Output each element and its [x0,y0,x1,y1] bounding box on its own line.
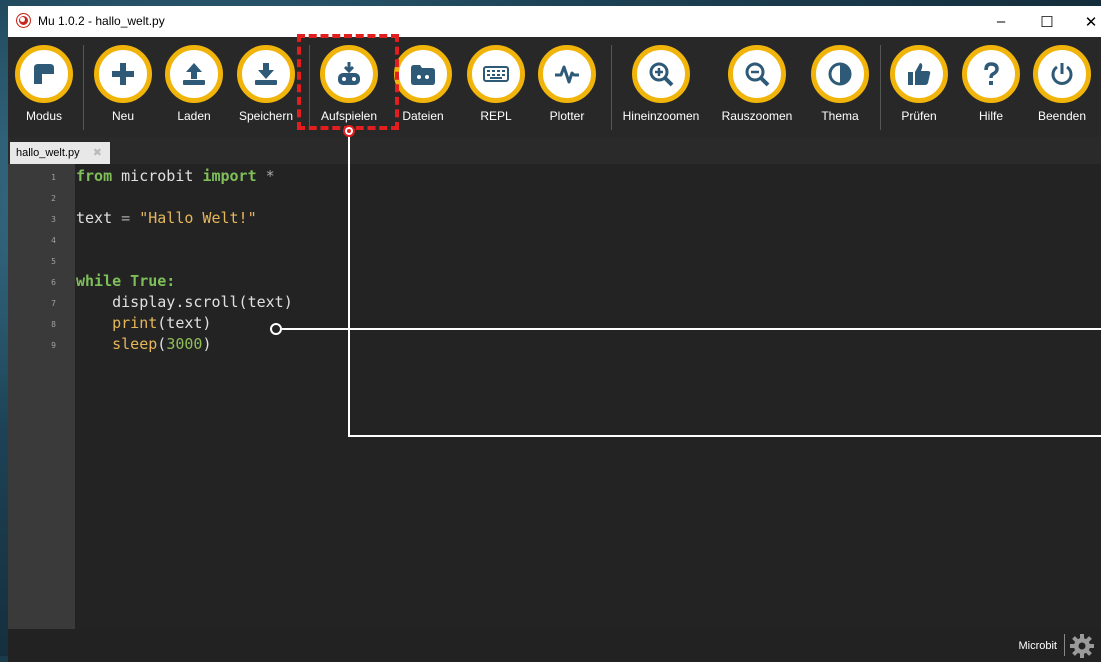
load-button[interactable]: Laden [161,45,227,123]
download-icon [255,63,277,85]
line-number: 2 [51,194,56,203]
code-token: ) [202,335,212,353]
line-number: 1 [51,173,56,182]
files-button[interactable]: Dateien [390,45,456,123]
zoom-out-button-label: Rauszoomen [721,109,793,123]
mode-button[interactable]: Modus [11,45,77,123]
code-line-8: print(text) [76,314,211,332]
zoom-in-button[interactable]: Hineinzoomen [619,45,703,123]
line-number: 8 [51,320,56,329]
line-number: 6 [51,278,56,287]
mode-indicator[interactable]: Microbit [1018,640,1057,652]
question-icon [984,62,999,85]
help-button[interactable]: Hilfe [958,45,1024,123]
string-literal: "Hallo Welt!" [130,209,257,227]
files-icon [411,65,435,85]
zoom-in-icon [649,62,674,87]
toolbar-separator [611,45,612,130]
window-title: Mu 1.0.2 - hallo_welt.py [38,14,165,28]
code-line-1: from microbit import * [76,167,275,185]
zoom-in-button-label: Hineinzoomen [622,109,700,123]
code-token: microbit [112,167,203,185]
gear-icon[interactable] [1069,633,1095,659]
code-line-9: sleep(3000) [76,335,211,353]
repl-button-label: REPL [480,109,512,123]
tab-label: hallo_welt.py [16,147,80,159]
code-token: * [256,167,275,185]
title-bar: Mu 1.0.2 - hallo_welt.py – ☐ ✕ [8,6,1101,37]
line-number: 5 [51,257,56,266]
upload-icon [183,63,205,85]
status-divider [1064,634,1065,656]
code-token: ( [157,335,167,353]
check-button[interactable]: Prüfen [886,45,952,123]
builtin-function: print [76,314,158,332]
new-button[interactable]: Neu [90,45,156,123]
repl-button[interactable]: REPL [463,45,529,123]
toolbar-separator [83,45,84,130]
close-tab-icon[interactable]: ✖ [93,142,102,164]
mu-app-icon [16,13,31,28]
code-line-7: display.scroll(text) [76,293,293,311]
code-token: (text) [157,314,212,332]
code-editor[interactable]: 1 2 3 4 5 6 7 8 9 from microbit import *… [8,164,1101,629]
line-number-gutter: 1 2 3 4 5 6 7 8 9 [8,164,75,629]
plotter-button-label: Plotter [549,109,585,123]
quit-button[interactable]: Beenden [1029,45,1095,123]
code-line-6: while True: [76,272,175,290]
keyboard-icon [483,66,509,82]
keyword: while True: [76,272,176,290]
flash-button-highlight [297,34,399,130]
mode-icon [34,64,54,84]
line-number: 4 [51,236,56,245]
save-button-label: Speichern [238,109,294,123]
line-number: 3 [51,215,56,224]
load-button-label: Laden [177,109,211,123]
check-button-label: Prüfen [901,109,937,123]
minimize-button[interactable]: – [978,6,1024,37]
zoom-out-icon [745,62,770,87]
thumbs-up-icon [908,63,931,85]
mode-button-label: Modus [25,109,63,123]
tab-hallo-welt[interactable]: hallo_welt.py ✖ [10,142,110,164]
theme-button-label: Thema [821,109,859,123]
close-button[interactable]: ✕ [1068,6,1101,37]
new-button-label: Neu [111,109,134,123]
help-button-label: Hilfe [978,109,1003,123]
maximize-button[interactable]: ☐ [1024,6,1070,37]
status-bar: Microbit [8,629,1101,662]
power-icon [1051,63,1073,85]
plotter-button[interactable]: Plotter [534,45,600,123]
line-number: 7 [51,299,56,308]
plus-icon [112,63,134,85]
toolbar: Modus Neu Laden Speichern Aufspielen Dat… [8,37,1101,137]
mu-editor-window: Mu 1.0.2 - hallo_welt.py – ☐ ✕ Modus Neu… [8,6,1101,662]
theme-button[interactable]: Thema [807,45,873,123]
code-line-3: text = "Hallo Welt!" [76,209,257,227]
keyword: import [202,167,257,185]
keyword: from [76,167,113,185]
toolbar-separator [880,45,881,130]
contrast-icon [828,62,852,86]
quit-button-label: Beenden [1037,109,1087,123]
code-token: text [76,209,122,227]
save-button[interactable]: Speichern [233,45,299,123]
files-button-label: Dateien [402,109,444,123]
tab-bar: hallo_welt.py ✖ [8,137,1101,164]
builtin-function: sleep [76,335,158,353]
zoom-out-button[interactable]: Rauszoomen [715,45,799,123]
operator: = [121,209,131,227]
pulse-icon [555,65,579,84]
line-number: 9 [51,341,56,350]
number-literal: 3000 [166,335,203,353]
